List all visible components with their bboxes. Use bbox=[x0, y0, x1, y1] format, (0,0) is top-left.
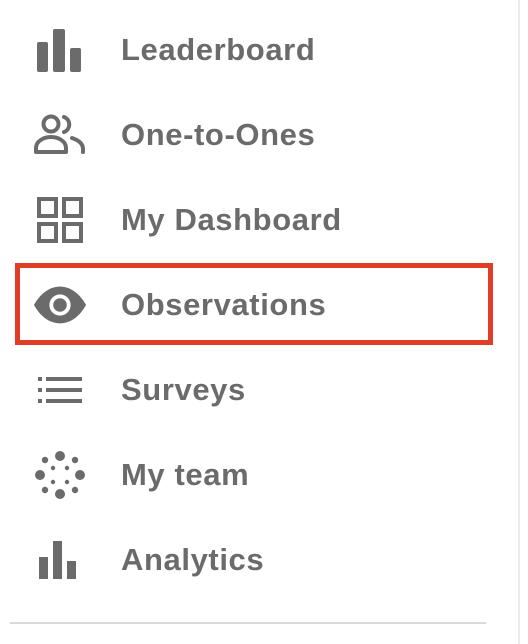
sidebar-border bbox=[518, 0, 520, 644]
sidebar-item-label: My team bbox=[121, 457, 250, 492]
sidebar-item-label: Leaderboard bbox=[121, 32, 316, 67]
sidebar-item-label: Surveys bbox=[121, 372, 246, 407]
sidebar-item-analytics[interactable]: Analytics bbox=[0, 525, 518, 595]
list-icon bbox=[32, 364, 88, 416]
sidebar-item-surveys[interactable]: Surveys bbox=[0, 355, 518, 425]
sidebar-item-label: Observations bbox=[121, 287, 327, 322]
sidebar-item-label: Analytics bbox=[121, 542, 265, 577]
team-dots-icon bbox=[32, 449, 88, 501]
analytics-bar-chart-icon bbox=[32, 534, 88, 586]
sidebar-item-my-team[interactable]: My team bbox=[0, 440, 518, 510]
eye-icon bbox=[32, 279, 88, 331]
sidebar-item-my-dashboard[interactable]: My Dashboard bbox=[0, 185, 518, 255]
dashboard-grid-icon bbox=[32, 194, 88, 246]
people-icon bbox=[32, 109, 88, 161]
sidebar-item-label: My Dashboard bbox=[121, 202, 342, 237]
sidebar-item-leaderboard[interactable]: Leaderboard bbox=[0, 15, 518, 85]
sidebar-item-label: One-to-Ones bbox=[121, 117, 316, 152]
sidebar-divider bbox=[10, 622, 486, 624]
sidebar-item-observations[interactable]: Observations bbox=[0, 270, 518, 340]
sidebar-nav: Leaderboard One-to-Ones My Dashboard Obs… bbox=[0, 0, 518, 644]
sidebar-item-one-to-ones[interactable]: One-to-Ones bbox=[0, 100, 518, 170]
leaderboard-bar-chart-icon bbox=[32, 24, 88, 76]
